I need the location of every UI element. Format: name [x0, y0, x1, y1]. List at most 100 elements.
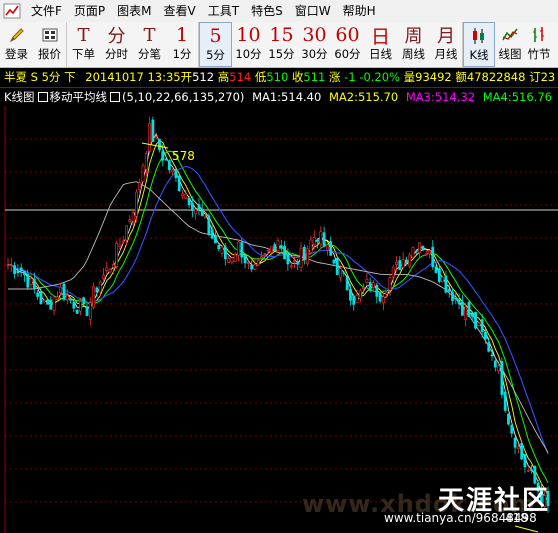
candle-body — [69, 299, 72, 301]
menu-page[interactable]: 页面P — [68, 0, 111, 22]
candle-body — [200, 208, 204, 217]
candle-body — [460, 301, 464, 316]
candle-body — [151, 119, 155, 142]
candle-body — [204, 216, 207, 219]
candle-body — [388, 277, 392, 291]
price-chart[interactable]: 578 418 — [0, 106, 558, 533]
period-10min-icon: 10 — [236, 24, 261, 46]
period-day-button[interactable]: 日 日线 — [364, 22, 397, 67]
candle-body — [256, 260, 260, 266]
period-10min-button[interactable]: 10 10分 — [232, 22, 265, 67]
tick-button[interactable]: T 分笔 — [133, 22, 166, 67]
kline-button[interactable]: K线 — [463, 22, 495, 67]
candle-body — [398, 260, 402, 271]
candle-body — [526, 470, 530, 472]
params-checkbox[interactable] — [110, 92, 121, 102]
menu-chart[interactable]: 图表M — [111, 0, 157, 22]
candlesticks — [6, 116, 550, 513]
candle-body — [36, 292, 40, 297]
period-1min-icon: 1 — [175, 24, 189, 46]
candle-body — [240, 242, 244, 258]
candle-body — [85, 306, 89, 316]
candle-body — [322, 232, 326, 247]
candle-body — [118, 244, 122, 247]
candle-body — [253, 264, 257, 270]
menu-view[interactable]: 查看V — [158, 0, 202, 22]
menu-window[interactable]: 窗口W — [289, 0, 337, 22]
period-month-button[interactable]: 月 月线 — [430, 22, 463, 67]
period-5min-button[interactable]: 5 5分 — [199, 22, 232, 67]
kline-icon — [470, 24, 488, 48]
candle-body — [299, 247, 303, 268]
candle-body — [42, 299, 46, 303]
timeshare-button[interactable]: 分 分时 — [100, 22, 133, 67]
candle-body — [352, 295, 356, 305]
candle-body — [102, 274, 105, 279]
candle-body — [358, 290, 362, 300]
candle-body — [362, 286, 366, 289]
menu-special[interactable]: 特色S — [245, 0, 289, 22]
candle-body — [395, 262, 398, 265]
candle-body — [306, 248, 310, 265]
candle-body — [214, 236, 217, 244]
candle-body — [273, 244, 277, 252]
candle-body — [95, 287, 99, 293]
candle-body — [79, 301, 82, 312]
open-interest-label: 订 — [529, 70, 541, 84]
ma3-value: MA3:514.32 — [405, 90, 476, 104]
candle-body — [243, 255, 247, 264]
volume-label: 量 — [403, 70, 416, 84]
login-button[interactable]: 登录 — [0, 22, 33, 67]
candle-body — [39, 291, 43, 304]
kline-label: K线 — [469, 48, 489, 62]
ma4-value: MA4:516.76 — [482, 90, 552, 104]
bamboo-chart-button[interactable]: 竹节 — [525, 22, 553, 67]
menu-bar: 文件F 页面P 图表M 查看V 工具T 特色S 窗口W 帮助H — [0, 0, 558, 23]
candle-body — [171, 169, 175, 173]
menu-file[interactable]: 文件F — [25, 0, 68, 22]
candle-body — [194, 209, 198, 215]
login-label: 登录 — [5, 47, 28, 61]
line-chart-button[interactable]: 线图 — [495, 22, 525, 67]
watermark-url: www.tianya.cn/96848498 — [384, 511, 537, 525]
quote-button[interactable]: 报价 — [33, 22, 67, 67]
ma-title: 移动平均线 — [49, 90, 108, 104]
candle-body — [131, 212, 135, 222]
candle-body — [92, 286, 96, 308]
candle-body — [500, 361, 504, 395]
period-week-icon: 周 — [404, 26, 423, 47]
candle-body — [32, 278, 36, 289]
candle-body — [414, 250, 418, 253]
period-60min-button[interactable]: 60 60分 — [331, 22, 364, 67]
candle-body — [82, 297, 86, 305]
candle-body — [6, 264, 10, 266]
period-week-button[interactable]: 周 周线 — [397, 22, 430, 67]
open-label: 开 — [180, 70, 193, 84]
period-30min-button[interactable]: 30 30分 — [298, 22, 331, 67]
candle-body — [332, 259, 336, 264]
line-chart-icon — [501, 23, 519, 47]
candle-body — [276, 240, 280, 252]
candle-body — [510, 424, 514, 434]
ma-checkbox[interactable] — [37, 92, 48, 102]
candle-body — [464, 306, 468, 320]
menu-help[interactable]: 帮助H — [337, 0, 382, 22]
candle-body — [434, 266, 438, 273]
order-button[interactable]: T 下单 — [67, 22, 100, 67]
period-month-icon: 月 — [437, 26, 455, 47]
candle-body — [454, 297, 458, 300]
candle-body — [26, 274, 30, 288]
quote-status-line: 半夏 S 5分 下 20141017 13:35开512 高514 低510 收… — [0, 68, 558, 86]
candle-body — [9, 264, 13, 266]
period-1min-button[interactable]: 1 1分 — [166, 22, 199, 67]
candle-body — [237, 241, 240, 256]
candle-body — [260, 256, 263, 259]
candle-body — [480, 319, 484, 333]
candle-body — [470, 313, 474, 317]
menu-tools[interactable]: 工具T — [202, 0, 245, 22]
candle-body — [220, 246, 224, 254]
period-15min-button[interactable]: 15 15分 — [265, 22, 298, 67]
candle-body — [148, 123, 151, 152]
candle-body — [516, 446, 520, 450]
candle-body — [484, 331, 487, 339]
